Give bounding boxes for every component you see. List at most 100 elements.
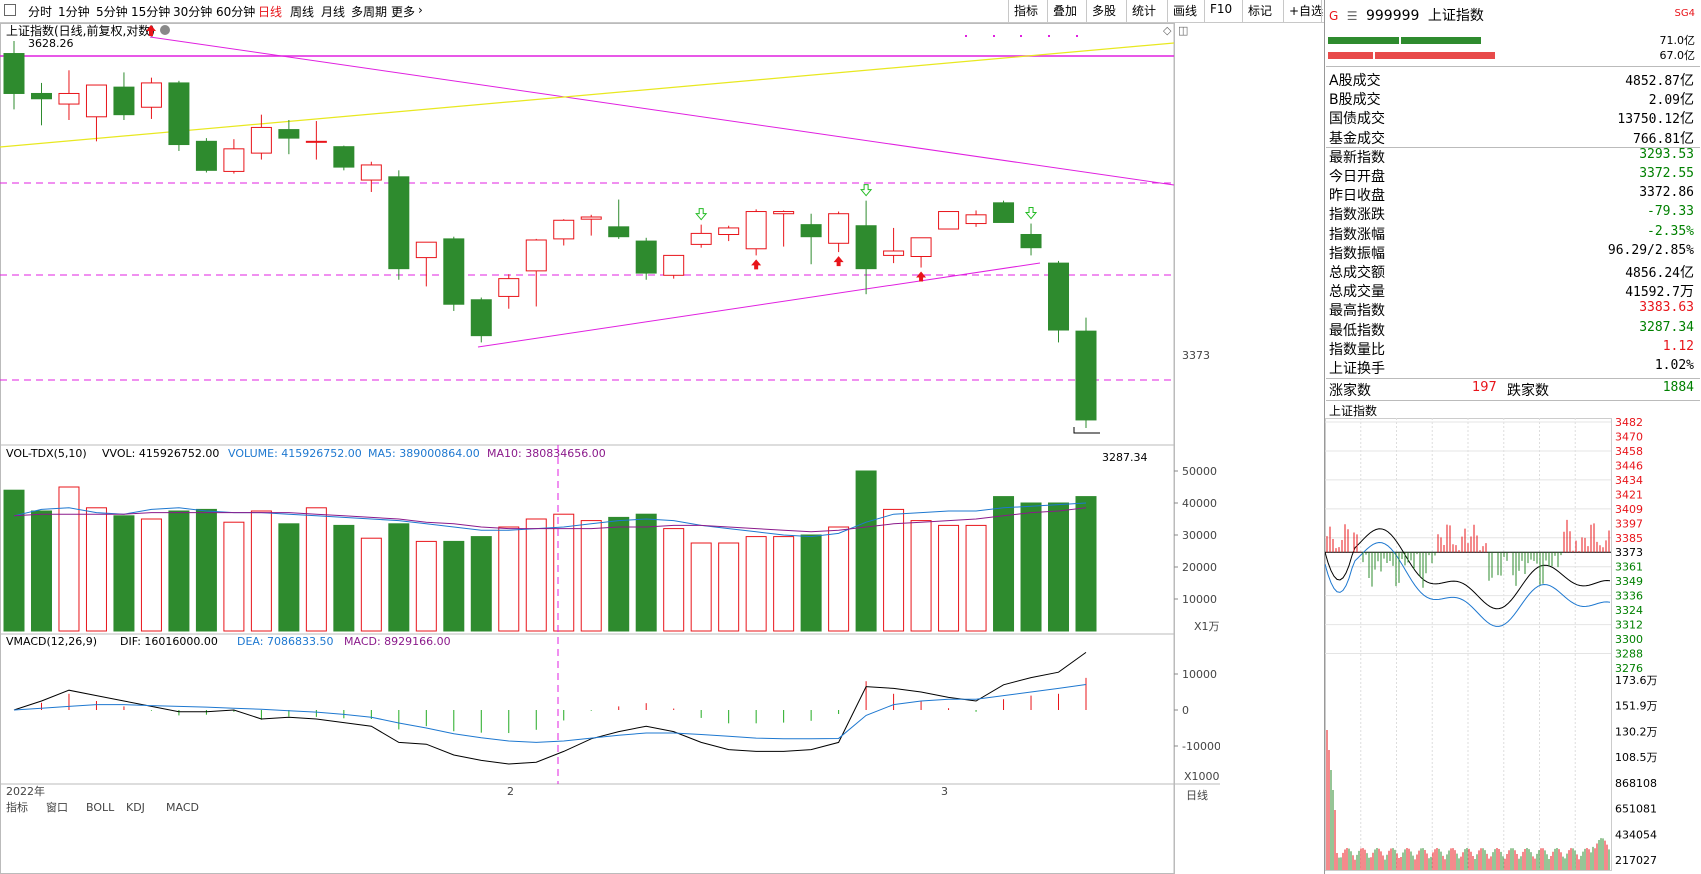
tool-button-5[interactable]: F10	[1210, 2, 1232, 16]
tool-button-1[interactable]: 叠加	[1053, 2, 1077, 19]
period-tab-8[interactable]: 月线	[321, 3, 345, 20]
menu-icon[interactable]: ☰	[1347, 9, 1358, 23]
period-tab-9[interactable]: 多周期	[351, 3, 387, 20]
candle[interactable]	[250, 114, 272, 160]
volume-bar	[3, 489, 25, 632]
panel-toggle-icon[interactable]	[4, 4, 16, 16]
candle[interactable]	[553, 219, 575, 246]
tool-button-4[interactable]: 画线	[1173, 2, 1197, 19]
candle[interactable]	[1048, 260, 1070, 343]
bottom-tab[interactable]: KDJ	[126, 801, 145, 814]
intraday-chart[interactable]: 34823470 34583446 34343421 34093397 33853373…	[1325, 418, 1701, 874]
candle-body	[58, 92, 80, 105]
quote-tag: SG4	[1674, 8, 1695, 19]
tool-button-3[interactable]: 统计	[1132, 2, 1156, 19]
tool-button-6[interactable]: 标记	[1248, 2, 1272, 19]
candle[interactable]	[470, 297, 492, 343]
candle[interactable]	[608, 199, 630, 239]
marker-dot	[965, 35, 967, 37]
tool-button-7[interactable]: +自选	[1289, 2, 1323, 19]
candle[interactable]	[965, 210, 987, 227]
period-tab-3[interactable]: 15分钟	[131, 3, 170, 20]
candle[interactable]	[388, 170, 410, 280]
bottom-tab[interactable]: BOLL	[86, 801, 115, 814]
candle[interactable]	[635, 237, 657, 280]
dif-line	[13, 651, 1087, 765]
chart-area[interactable]: 上证指数(日线,前复权,对数) 3628.26 3287.34 3373 ◇ ◫…	[0, 23, 1324, 874]
period-tab-0[interactable]: 分时	[28, 3, 52, 20]
candle[interactable]	[828, 211, 850, 253]
candle[interactable]	[3, 41, 25, 110]
quote-row-value: -79.33	[1647, 204, 1694, 219]
candle[interactable]	[773, 210, 795, 247]
period-tab-4[interactable]: 30分钟	[173, 3, 212, 20]
volume-bar	[525, 518, 547, 632]
candle-body	[608, 226, 630, 238]
candle[interactable]	[910, 237, 932, 268]
candle[interactable]	[525, 238, 547, 307]
dropdown-icon[interactable]	[160, 25, 170, 35]
candle[interactable]	[580, 214, 602, 236]
candle-body	[855, 225, 877, 270]
candle[interactable]	[415, 241, 437, 287]
candle[interactable]	[883, 227, 905, 264]
candle[interactable]	[443, 236, 465, 311]
quote-value-number: 3372.86	[1639, 185, 1694, 201]
candle[interactable]	[938, 211, 960, 230]
layout-icon[interactable]: ◫	[1178, 24, 1188, 37]
candle[interactable]	[855, 200, 877, 295]
candle[interactable]	[278, 119, 300, 155]
tool-button-2[interactable]: 多股	[1092, 2, 1116, 19]
period-tab-2[interactable]: 5分钟	[96, 3, 128, 20]
candle[interactable]	[498, 274, 520, 309]
candle[interactable]	[140, 77, 162, 119]
bottom-tab[interactable]: 窗口	[46, 800, 68, 814]
volume-bar	[195, 508, 217, 632]
candle-body	[883, 250, 905, 256]
candle[interactable]	[195, 138, 217, 173]
candle[interactable]	[58, 70, 80, 120]
mini-vol-tick: 108.5万	[1615, 751, 1658, 764]
candle[interactable]	[690, 224, 712, 248]
candle[interactable]	[1075, 317, 1097, 428]
diamond-icon[interactable]: ◇	[1163, 24, 1172, 37]
quote-row: 指数涨跌 -79.33	[1327, 204, 1698, 223]
candle[interactable]	[113, 72, 135, 120]
quote-value-number: 4856.24	[1625, 266, 1680, 281]
period-tab-7[interactable]: 周线	[290, 3, 314, 20]
sell-arrow-icon	[1024, 207, 1038, 220]
bottom-tab[interactable]: 指标	[6, 800, 28, 814]
candle[interactable]	[718, 225, 740, 242]
candle[interactable]	[1020, 223, 1042, 256]
tool-button-0[interactable]: 指标	[1014, 2, 1038, 19]
candle[interactable]	[663, 254, 685, 279]
macd-title: VMACD(12,26,9)	[6, 635, 97, 648]
candle[interactable]	[360, 161, 382, 192]
candle[interactable]	[800, 213, 822, 265]
candle[interactable]	[993, 200, 1015, 223]
candle[interactable]	[223, 139, 245, 174]
candle[interactable]	[168, 80, 190, 151]
quote-row-value: -2.35%	[1647, 224, 1694, 239]
mini-vol-tick: 173.6万	[1615, 674, 1658, 687]
period-tab-1[interactable]: 1分钟	[58, 3, 90, 20]
sell-arrow-icon	[695, 208, 708, 221]
period-tab-10[interactable]: 更多	[391, 3, 415, 20]
candle-body	[690, 232, 712, 245]
period-tab-5[interactable]: 60分钟	[216, 3, 255, 20]
quote-value-unit: 亿	[1680, 73, 1694, 89]
quote-row-value: 3287.34	[1639, 320, 1694, 335]
bottom-tab[interactable]: MACD	[166, 801, 199, 814]
candle[interactable]	[333, 145, 355, 171]
volume-bar	[553, 513, 575, 632]
candle-body	[470, 299, 492, 337]
volume-bar	[168, 510, 190, 632]
quote-value-number: 3287.34	[1639, 319, 1694, 335]
candle[interactable]	[305, 121, 327, 160]
chart-canvas[interactable]: 上证指数(日线,前复权,对数) 3628.26 3287.34 3373 ◇ ◫…	[0, 23, 1220, 874]
candle[interactable]	[30, 82, 52, 126]
chevron-right-icon[interactable]: ›	[418, 3, 423, 17]
period-tab-6[interactable]: 日线	[258, 3, 282, 20]
candle[interactable]	[745, 209, 767, 256]
candle[interactable]	[85, 84, 107, 142]
